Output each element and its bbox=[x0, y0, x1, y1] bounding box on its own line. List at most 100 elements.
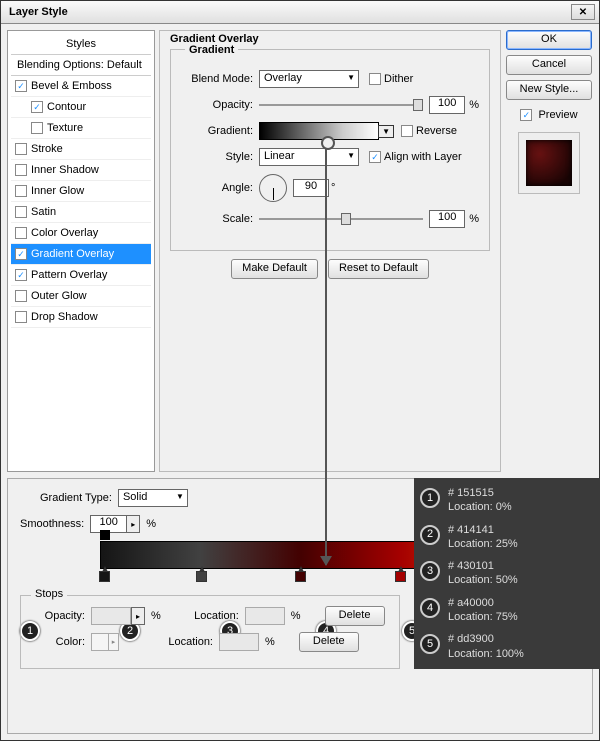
style-checkbox[interactable] bbox=[15, 290, 27, 302]
annotation-row-4: 4 # a40000Location: 75% bbox=[414, 592, 600, 629]
stop-opacity-spin: ▸ bbox=[131, 607, 145, 625]
annotation-hex: # 430101 bbox=[448, 559, 592, 573]
style-checkbox[interactable] bbox=[15, 143, 27, 155]
annotation-location: Location: 25% bbox=[448, 537, 592, 551]
annotation-hex: # 414141 bbox=[448, 523, 592, 537]
gradient-legend: Gradient bbox=[185, 44, 238, 56]
style-row-inner-shadow[interactable]: Inner Shadow bbox=[11, 160, 151, 181]
style-checkbox[interactable] bbox=[15, 269, 27, 281]
style-row-stroke[interactable]: Stroke bbox=[11, 139, 151, 160]
scale-input[interactable]: 100 bbox=[429, 210, 465, 228]
style-checkbox[interactable] bbox=[15, 164, 27, 176]
style-row-bevel-emboss[interactable]: Bevel & Emboss bbox=[11, 76, 151, 97]
color-stop-3[interactable] bbox=[295, 571, 306, 582]
annotation-row-1: 1 # 151515Location: 0% bbox=[414, 482, 600, 519]
style-checkbox[interactable] bbox=[15, 227, 27, 239]
angle-input[interactable]: 90 bbox=[293, 179, 329, 197]
style-row-color-overlay[interactable]: Color Overlay bbox=[11, 223, 151, 244]
style-checkbox[interactable] bbox=[15, 248, 27, 260]
style-checkbox[interactable] bbox=[15, 185, 27, 197]
annotation-location: Location: 50% bbox=[448, 573, 592, 587]
new-style-button[interactable]: New Style... bbox=[506, 80, 592, 100]
opacity-stop-left[interactable] bbox=[100, 530, 110, 540]
blending-options-row[interactable]: Blending Options: Default bbox=[11, 55, 151, 76]
style-row-drop-shadow[interactable]: Drop Shadow bbox=[11, 307, 151, 328]
close-icon[interactable]: ✕ bbox=[571, 4, 595, 20]
styles-header[interactable]: Styles bbox=[11, 34, 151, 55]
style-checkbox[interactable] bbox=[15, 206, 27, 218]
style-checkbox[interactable] bbox=[31, 101, 43, 113]
annotation-row-2: 2 # 414141Location: 25% bbox=[414, 519, 600, 556]
style-label: Inner Glow bbox=[31, 185, 84, 197]
preview-thumbnail bbox=[518, 132, 580, 194]
blend-mode-dropdown[interactable]: Overlay bbox=[259, 70, 359, 88]
reset-default-button[interactable]: Reset to Default bbox=[328, 259, 429, 279]
color-stop-1[interactable] bbox=[99, 571, 110, 582]
reverse-checkbox[interactable] bbox=[401, 125, 413, 137]
annotation-panel: 1# 151515Location: 0%2# 414141Location: … bbox=[414, 478, 600, 669]
color-stop-4[interactable] bbox=[395, 571, 406, 582]
style-label: Color Overlay bbox=[31, 227, 98, 239]
annotation-hex: # a40000 bbox=[448, 596, 592, 610]
align-label: Align with Layer bbox=[384, 151, 462, 163]
style-row-gradient-overlay[interactable]: Gradient Overlay bbox=[11, 244, 151, 265]
degree-label: ° bbox=[331, 182, 335, 194]
window-title: Layer Style bbox=[9, 6, 68, 18]
gradient-type-dropdown[interactable]: Solid bbox=[118, 489, 188, 507]
gradient-picker[interactable] bbox=[259, 122, 379, 140]
ok-button[interactable]: OK bbox=[506, 30, 592, 50]
preview-checkbox[interactable] bbox=[520, 109, 532, 121]
scale-label: Scale: bbox=[181, 213, 259, 225]
color-stop-2[interactable] bbox=[196, 571, 207, 582]
opacity-slider[interactable] bbox=[259, 97, 423, 113]
smoothness-spin[interactable]: ▸ bbox=[126, 515, 140, 533]
style-label: Contour bbox=[47, 101, 86, 113]
annotation-badge: 3 bbox=[420, 561, 440, 581]
stop-location-label: Location: bbox=[185, 610, 239, 622]
stop-color-loc-input bbox=[219, 633, 259, 651]
blend-mode-label: Blend Mode: bbox=[181, 73, 259, 85]
annotation-hex: # 151515 bbox=[448, 486, 592, 500]
style-checkbox[interactable] bbox=[31, 122, 43, 134]
style-row-inner-glow[interactable]: Inner Glow bbox=[11, 181, 151, 202]
right-panel: OK Cancel New Style... Preview bbox=[505, 30, 593, 472]
annotation-arrow bbox=[325, 140, 327, 565]
stop-color-well[interactable]: ▸ bbox=[91, 633, 119, 651]
annotation-badge: 1 bbox=[420, 488, 440, 508]
dither-checkbox[interactable] bbox=[369, 73, 381, 85]
gradient-overlay-panel: Gradient Overlay Gradient Blend Mode: Ov… bbox=[159, 30, 501, 472]
angle-dial[interactable] bbox=[259, 174, 287, 202]
delete-opacity-stop-button[interactable]: Delete bbox=[325, 606, 385, 626]
annotation-location: Location: 0% bbox=[448, 500, 592, 514]
make-default-button[interactable]: Make Default bbox=[231, 259, 318, 279]
style-row-texture[interactable]: Texture bbox=[11, 118, 151, 139]
cancel-button[interactable]: Cancel bbox=[506, 55, 592, 75]
style-label: Style: bbox=[181, 151, 259, 163]
annotation-location: Location: 75% bbox=[448, 610, 592, 624]
angle-label: Angle: bbox=[181, 182, 259, 194]
stop-color-loc-label: Location: bbox=[159, 636, 213, 648]
style-label: Outer Glow bbox=[31, 290, 87, 302]
style-label: Bevel & Emboss bbox=[31, 80, 112, 92]
stops-legend: Stops bbox=[31, 588, 67, 600]
style-checkbox[interactable] bbox=[15, 80, 27, 92]
delete-color-stop-button[interactable]: Delete bbox=[299, 632, 359, 652]
style-checkbox[interactable] bbox=[15, 311, 27, 323]
pct-label: % bbox=[469, 99, 479, 111]
style-label: Inner Shadow bbox=[31, 164, 99, 176]
annotation-badge: 2 bbox=[420, 525, 440, 545]
style-row-contour[interactable]: Contour bbox=[11, 97, 151, 118]
style-dropdown[interactable]: Linear bbox=[259, 148, 359, 166]
gradient-type-label: Gradient Type: bbox=[40, 492, 112, 504]
align-checkbox[interactable] bbox=[369, 151, 381, 163]
annotation-badge: 4 bbox=[420, 598, 440, 618]
scale-slider[interactable] bbox=[259, 211, 423, 227]
opacity-input[interactable]: 100 bbox=[429, 96, 465, 114]
style-label: Stroke bbox=[31, 143, 63, 155]
style-label: Texture bbox=[47, 122, 83, 134]
style-row-outer-glow[interactable]: Outer Glow bbox=[11, 286, 151, 307]
style-row-satin[interactable]: Satin bbox=[11, 202, 151, 223]
style-row-pattern-overlay[interactable]: Pattern Overlay bbox=[11, 265, 151, 286]
stop-opacity-label: Opacity: bbox=[31, 610, 85, 622]
preview-label: Preview bbox=[538, 109, 577, 121]
